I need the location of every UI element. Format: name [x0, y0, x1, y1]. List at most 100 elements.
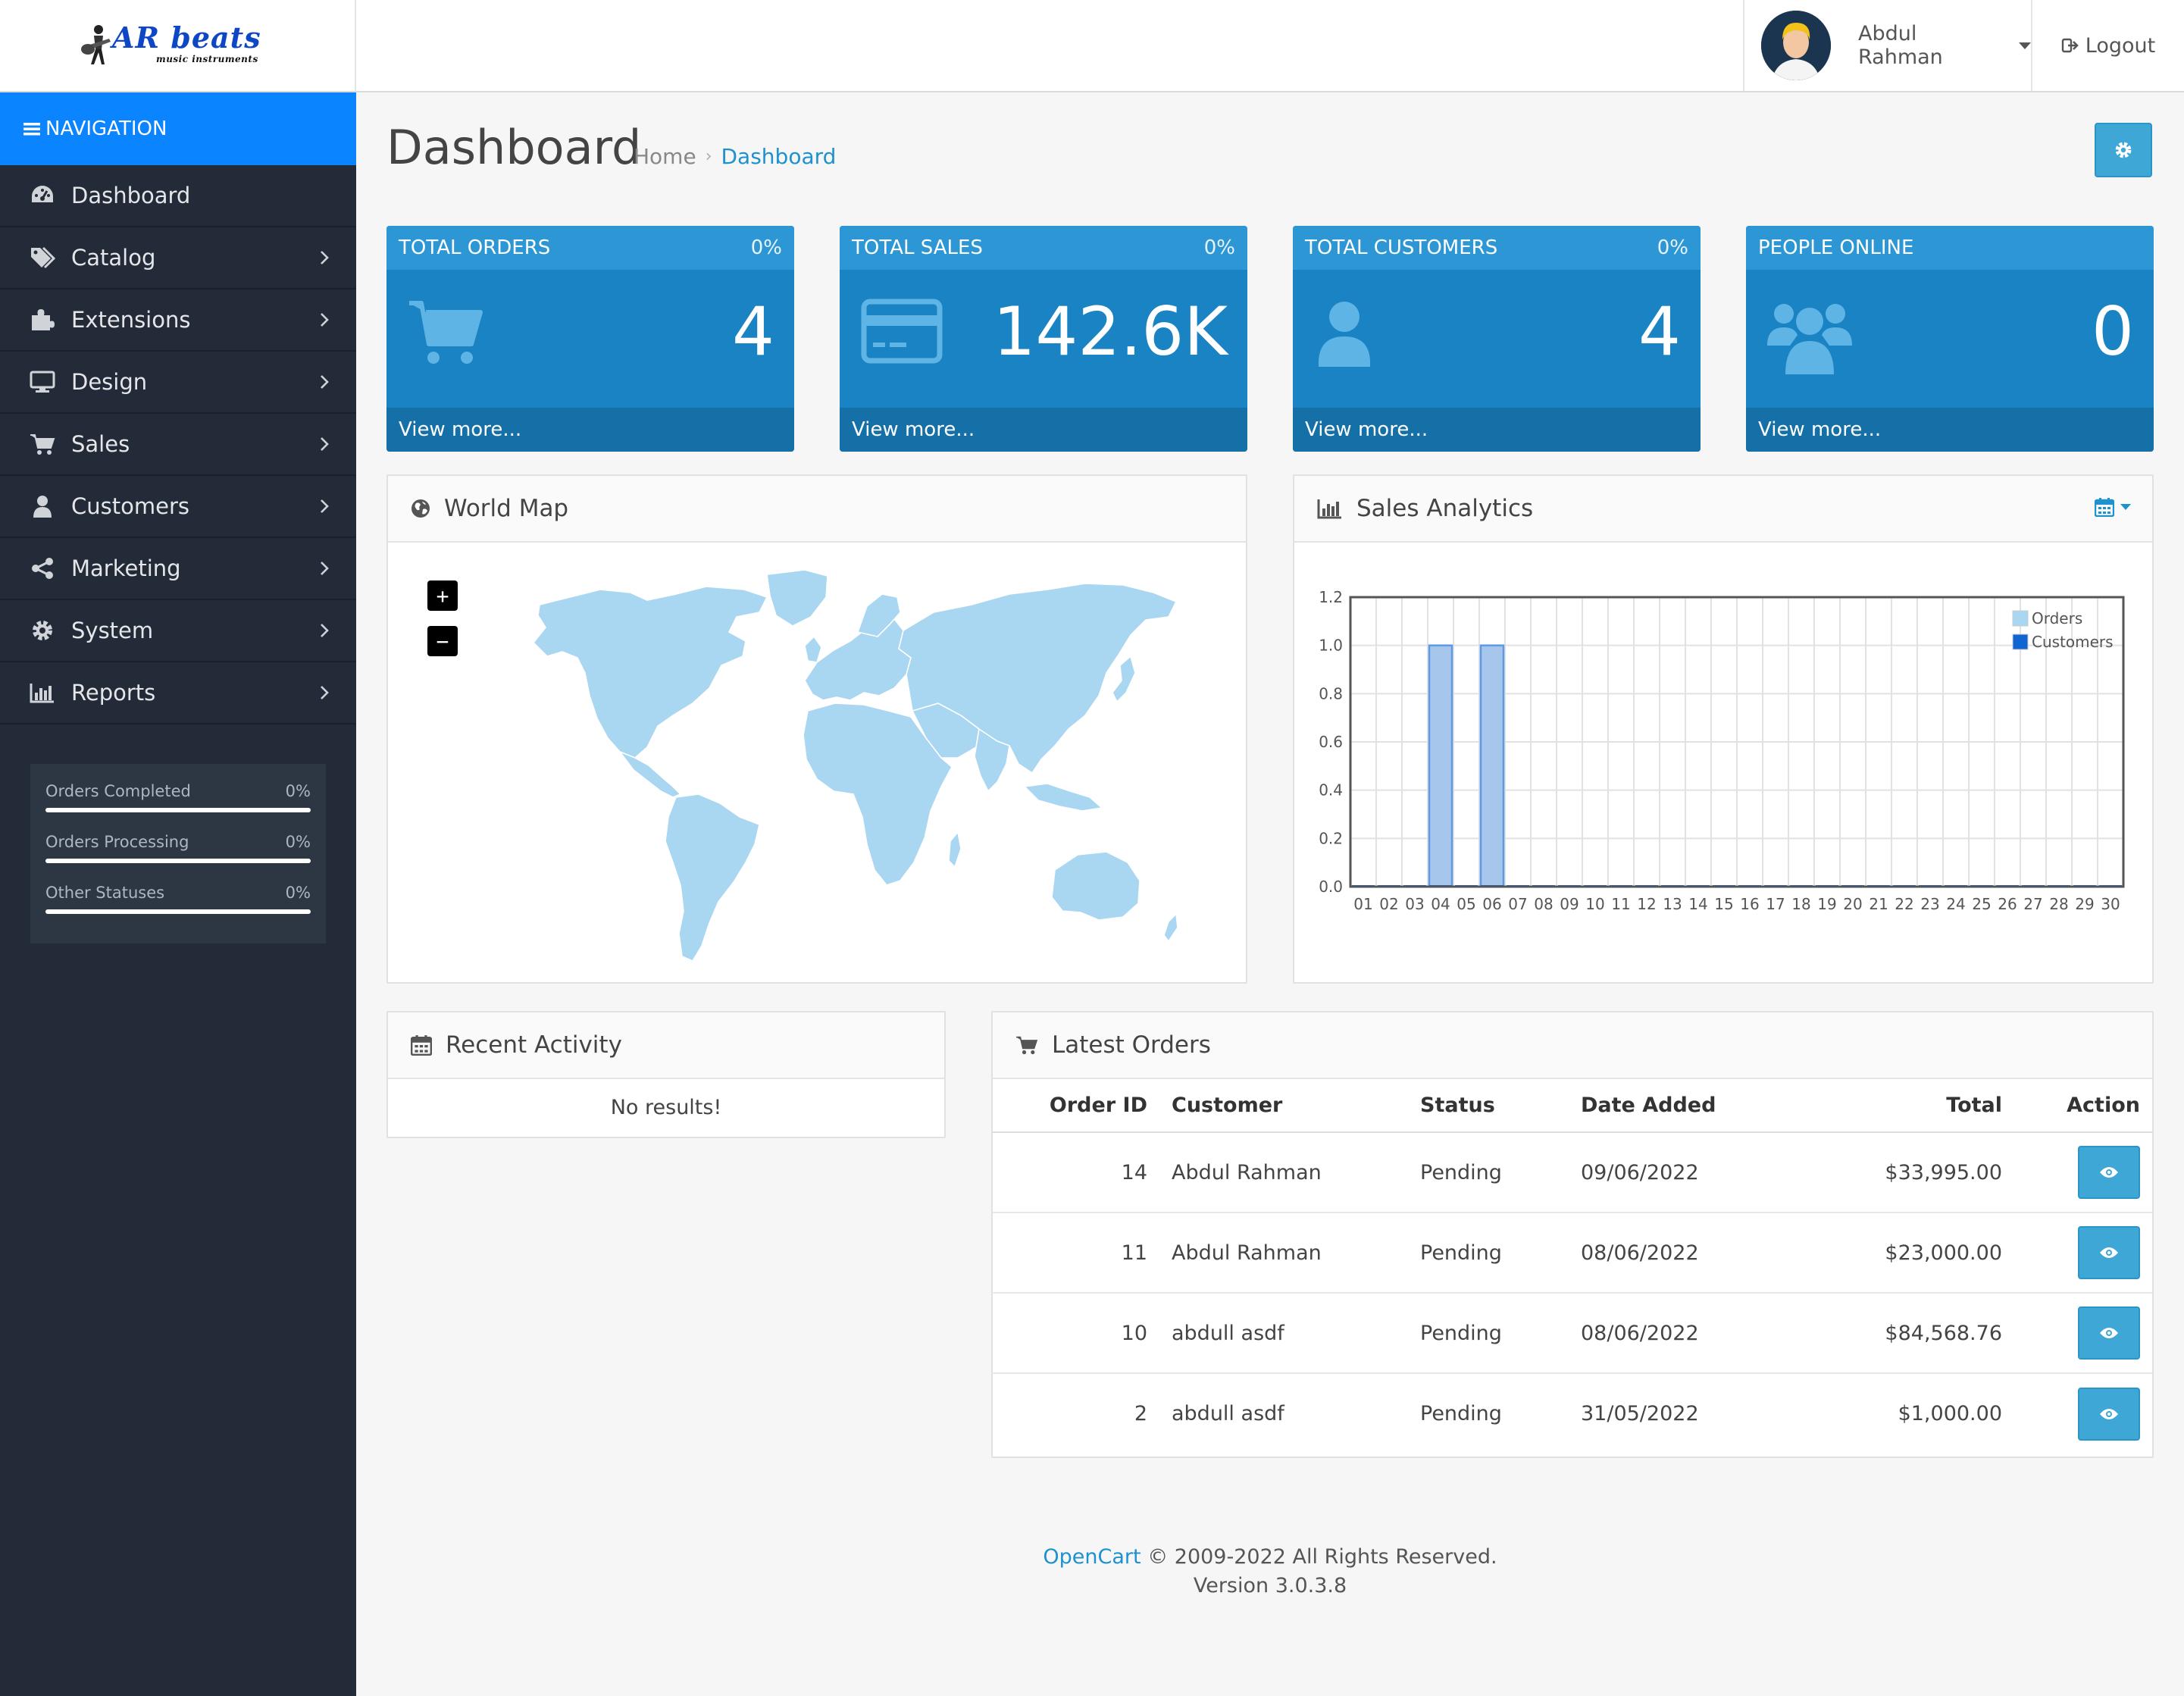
y-tick-label: 0.8	[1319, 684, 1343, 702]
user-menu[interactable]: Abdul Rahman	[1743, 0, 2031, 91]
sidebar: NAVIGATION Dashboard Catalog Extensions …	[0, 92, 356, 1696]
view-order-button[interactable]	[2078, 1306, 2140, 1360]
tile-view-more-link[interactable]: View more...	[1746, 408, 2154, 452]
column-header-status: Status	[1420, 1079, 1581, 1133]
view-order-button[interactable]	[2078, 1387, 2140, 1441]
map-region-new-zealand[interactable]	[1163, 912, 1178, 943]
tile-value: 4	[1638, 293, 1681, 371]
chevron-right-icon	[321, 686, 329, 699]
navigation-toggle[interactable]: NAVIGATION	[0, 92, 356, 165]
desktop-icon	[29, 368, 56, 396]
logout-button[interactable]: Logout	[2031, 0, 2184, 91]
sidebar-item-dashboard[interactable]: Dashboard	[0, 165, 356, 227]
eye-icon	[2100, 1328, 2118, 1338]
sidebar-item-label: Dashboard	[71, 183, 191, 208]
opencart-link[interactable]: OpenCart	[1043, 1545, 1140, 1569]
y-tick-label: 0.6	[1319, 733, 1343, 751]
sidebar-item-sales[interactable]: Sales	[0, 414, 356, 476]
chevron-right-icon	[321, 624, 329, 637]
x-tick-label: 10	[1585, 895, 1604, 913]
tile-view-more-link[interactable]: View more...	[386, 408, 794, 452]
map-region-north-america[interactable]	[532, 586, 768, 759]
x-tick-label: 03	[1405, 895, 1424, 913]
chevron-right-icon	[321, 562, 329, 575]
sidebar-item-label: Design	[71, 369, 148, 395]
table-row: 14 Abdul Rahman Pending 09/06/2022 $33,9…	[993, 1132, 2152, 1213]
chart-range-dropdown[interactable]	[2095, 497, 2131, 517]
panel-title: Recent Activity	[446, 1031, 622, 1059]
cell-order-id: 11	[993, 1213, 1162, 1294]
map-region-central-america[interactable]	[618, 750, 682, 798]
tile-view-more-link[interactable]: View more...	[840, 408, 1247, 452]
map-region-madagascar[interactable]	[948, 831, 962, 868]
tile-value: 142.6K	[993, 293, 1228, 371]
footer: OpenCart © 2009-2022 All Rights Reserved…	[356, 1543, 2184, 1601]
tile-view-more-link[interactable]: View more...	[1293, 408, 1701, 452]
dashboard-icon	[29, 182, 56, 209]
cell-total: $1,000.00	[1898, 1402, 2002, 1425]
orders-table: Order ID Customer Status Date Added Tota…	[993, 1079, 2152, 1453]
sidebar-item-reports[interactable]: Reports	[0, 662, 356, 724]
logo-tagline: music instruments	[156, 54, 258, 64]
empty-state-text: No results!	[610, 1096, 722, 1119]
globe-icon	[411, 499, 430, 518]
sidebar-item-design[interactable]: Design	[0, 352, 356, 414]
map-region-south-america[interactable]	[665, 793, 760, 962]
chevron-right-icon	[321, 313, 329, 327]
map-region-japan[interactable]	[1112, 655, 1136, 703]
users-icon	[1767, 304, 1852, 374]
bar-chart-icon	[1317, 498, 1343, 519]
sidebar-item-customers[interactable]: Customers	[0, 476, 356, 538]
eye-icon	[2100, 1247, 2118, 1258]
developer-settings-button[interactable]	[2095, 123, 2152, 177]
sidebar-item-system[interactable]: System	[0, 600, 356, 662]
sidebar-item-extensions[interactable]: Extensions	[0, 289, 356, 352]
shopping-cart-icon	[409, 301, 483, 364]
stat-orders-completed: Orders Completed 0%	[45, 776, 311, 827]
cell-total: $33,995.00	[1770, 1132, 2020, 1213]
bar-chart-icon	[29, 679, 56, 706]
page-title: Dashboard	[386, 120, 642, 175]
sidebar-item-catalog[interactable]: Catalog	[0, 227, 356, 289]
user-icon	[29, 493, 56, 520]
cell-total: $84,568.76	[1770, 1293, 2020, 1374]
view-order-button[interactable]	[2078, 1226, 2140, 1279]
user-name: Abdul Rahman	[1858, 22, 1943, 69]
logo-brand: AR beats	[112, 20, 261, 55]
breadcrumb: Home › Dashboard	[634, 144, 836, 169]
x-tick-label: 28	[2049, 895, 2068, 913]
sidebar-item-label: Reports	[71, 680, 156, 706]
cog-icon	[2115, 142, 2132, 158]
column-header-total: Total	[1770, 1079, 2020, 1133]
y-tick-label: 0.2	[1319, 829, 1343, 847]
table-row: 2 abdull asdf Pending 31/05/2022 $1,000.…	[993, 1373, 2152, 1453]
x-tick-label: 27	[2023, 895, 2042, 913]
tile-value: 0	[2092, 293, 2134, 371]
map-region-europe[interactable]	[804, 616, 912, 701]
logo[interactable]: AR beats music instruments	[0, 0, 356, 91]
sidebar-item-marketing[interactable]: Marketing	[0, 538, 356, 600]
sign-out-icon	[2061, 38, 2079, 53]
x-tick-label: 18	[1791, 895, 1810, 913]
breadcrumb-dashboard[interactable]: Dashboard	[721, 144, 837, 169]
eye-icon	[2100, 1408, 2118, 1419]
sales-analytics-panel: Sales Analytics 0.0 0.2 0.4 0.6 0.8 1.0 1.2 01 0…	[1293, 474, 2154, 984]
cell-order-id: 10	[993, 1293, 1162, 1374]
y-tick-label: 0.0	[1319, 878, 1343, 896]
view-order-button[interactable]	[2078, 1146, 2140, 1199]
table-row: 11 Abdul Rahman Pending 08/06/2022 $23,0…	[993, 1213, 2152, 1294]
cog-icon	[29, 617, 56, 644]
x-tick-label: 26	[1998, 895, 2017, 913]
world-map[interactable]	[449, 567, 1206, 976]
copyright-text: © 2009-2022 All Rights Reserved.	[1140, 1545, 1497, 1569]
breadcrumb-home[interactable]: Home	[634, 144, 696, 169]
navigation-label: NAVIGATION	[45, 117, 167, 140]
map-region-australia[interactable]	[1051, 851, 1140, 921]
calendar-icon	[2095, 498, 2114, 517]
map-region-southeast-asia[interactable]	[1023, 783, 1103, 812]
top-header: AR beats music instruments Abdul Rahman …	[0, 0, 2184, 92]
map-region-greenland[interactable]	[766, 569, 828, 627]
map-region-uk[interactable]	[804, 635, 822, 663]
x-tick-label: 19	[1817, 895, 1836, 913]
stat-label: Other Statuses	[45, 884, 165, 902]
